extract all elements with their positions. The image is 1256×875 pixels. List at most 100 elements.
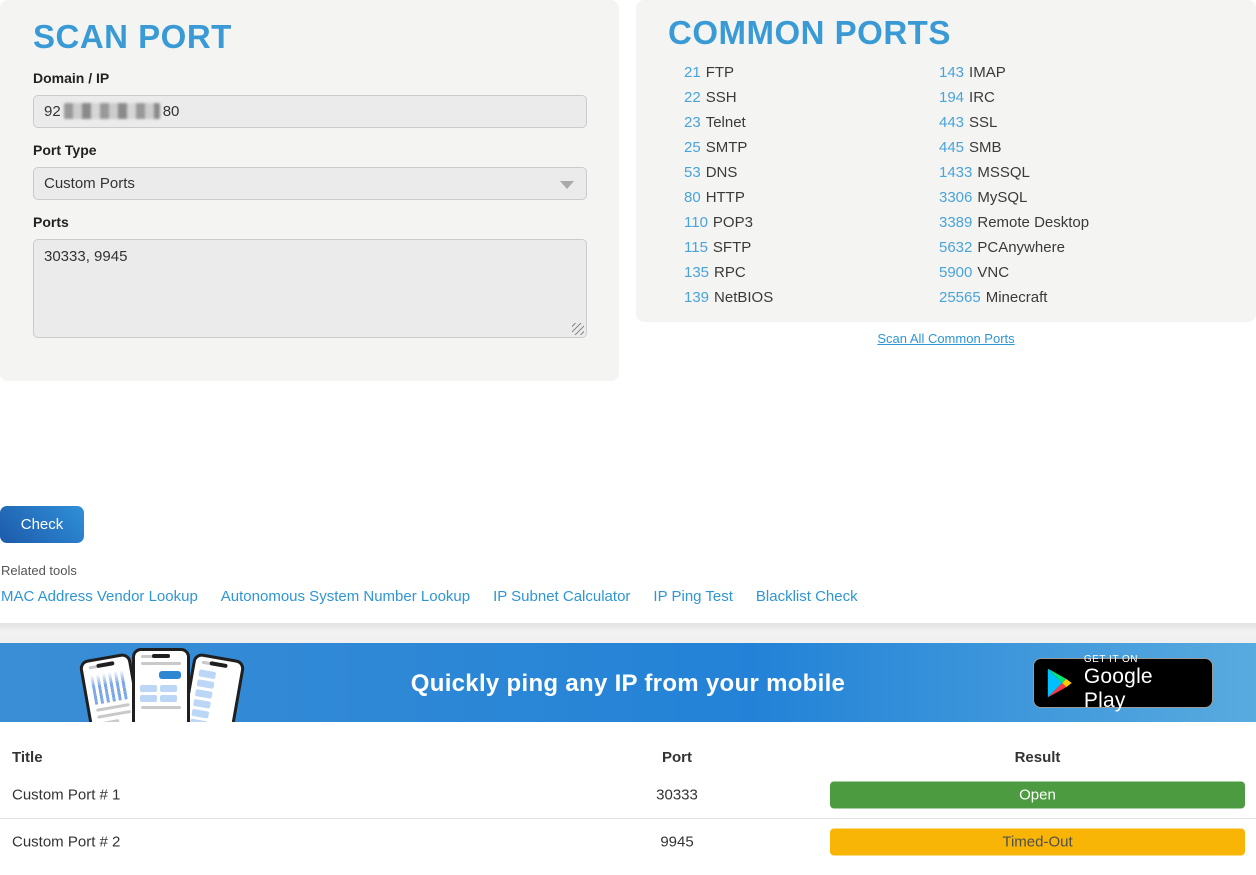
common-ports-list: 21FTP22 SSH 23 Telnet 25 SMTP 53 DNS 80 HTTP 110 PO… (668, 64, 1224, 314)
related-tools-label: Related tools (1, 563, 77, 578)
port-name: IRC (969, 89, 995, 106)
port-number-link[interactable]: 21 (684, 64, 701, 81)
google-play-badge[interactable]: GET IT ON Google Play (1033, 658, 1213, 708)
phone-ui-line (141, 662, 181, 665)
port-number-link[interactable]: 143 (939, 64, 964, 81)
port-number-link[interactable]: 53 (684, 164, 701, 181)
col-header-title: Title (12, 749, 43, 766)
related-tool-link[interactable]: Blacklist Check (756, 588, 858, 605)
related-tools-links: MAC Address Vendor Lookup Autonomous Syst… (1, 588, 858, 605)
port-number-link[interactable]: 135 (684, 264, 709, 281)
port-name: POP3 (713, 214, 753, 231)
results-table-body: Custom Port # 130333Open Custom Port # 2 9… (0, 772, 1256, 864)
phone-ui-line (97, 710, 131, 719)
port-number-link[interactable]: 22 (684, 89, 701, 106)
port-number-link[interactable]: 5900 (939, 264, 972, 281)
port-number-link[interactable]: 115 (684, 239, 708, 256)
port-name: NetBIOS (714, 289, 773, 306)
port-number-link[interactable]: 25565 (939, 289, 981, 306)
common-port-item: 22 SSH (684, 89, 939, 114)
common-port-item: 110 POP3 (684, 214, 939, 239)
port-name: IMAP (969, 64, 1006, 81)
google-play-line1: GET IT ON (1084, 654, 1200, 665)
port-name: SMB (969, 139, 1002, 156)
promo-banner: Quickly ping any IP from your mobile GET… (0, 643, 1256, 722)
common-ports-title: COMMON PORTS (668, 14, 1224, 52)
scan-all-common-ports-link[interactable]: Scan All Common Ports (877, 331, 1014, 346)
port-type-selected-value: Custom Ports (44, 175, 135, 192)
google-play-text: GET IT ON Google Play (1084, 654, 1200, 711)
port-number-link[interactable]: 5632 (939, 239, 972, 256)
domain-ip-input[interactable]: 9280 (33, 95, 587, 128)
domain-ip-label: Domain / IP (33, 70, 586, 86)
result-status-badge: Timed-Out (830, 828, 1245, 855)
row-port: 9945 (627, 833, 727, 850)
port-number-link[interactable]: 139 (684, 289, 709, 306)
common-port-item: 80 HTTP (684, 189, 939, 214)
common-port-item: 115 SFTP (684, 239, 939, 264)
port-name: PCAnywhere (977, 239, 1065, 256)
port-name: VNC (977, 264, 1009, 281)
common-port-item: 21FTP (684, 64, 939, 89)
port-name: SMTP (706, 139, 748, 156)
port-type-label: Port Type (33, 142, 586, 158)
row-title: Custom Port # 1 (12, 787, 120, 804)
row-title: Custom Port # 2 (12, 833, 120, 850)
related-tool-link[interactable]: IP Subnet Calculator (493, 588, 630, 605)
port-name: RPC (714, 264, 746, 281)
port-number-link[interactable]: 445 (939, 139, 964, 156)
related-tool-link[interactable]: Autonomous System Number Lookup (221, 588, 470, 605)
common-ports-column-left: 21FTP22 SSH 23 Telnet 25 SMTP 53 DNS 80 HTTP 110 PO… (668, 64, 939, 314)
result-status-badge: Open (830, 782, 1245, 809)
common-ports-column-right: 143IMAP194IRC443SSL445SMB1433MSSQL3306My… (939, 64, 1089, 314)
resize-handle-icon[interactable] (572, 323, 584, 335)
common-port-item: 5900 VNC (939, 264, 1089, 289)
common-port-item: 25 SMTP (684, 139, 939, 164)
port-number-link[interactable]: 3389 (939, 214, 972, 231)
check-button[interactable]: Check (0, 506, 84, 543)
related-tool-link[interactable]: IP Ping Test (653, 588, 733, 605)
port-type-select[interactable]: Custom Ports (33, 167, 587, 200)
common-port-item: 139 NetBIOS (684, 289, 939, 314)
common-port-item: 445 SMB (939, 139, 1089, 164)
phone-ui-icons (140, 685, 182, 702)
port-number-link[interactable]: 23 (684, 114, 701, 131)
port-name: SSL (969, 114, 997, 131)
phone-ui-line (141, 706, 181, 709)
ports-label: Ports (33, 214, 586, 230)
port-name: DNS (706, 164, 738, 181)
scan-port-panel: SCAN PORT Domain / IP 9280 Port Type Cus… (0, 0, 619, 381)
port-number-link[interactable]: 443 (939, 114, 964, 131)
port-number-link[interactable]: 194 (939, 89, 964, 106)
phone-notch (96, 661, 114, 668)
port-number-link[interactable]: 1433 (939, 164, 972, 181)
port-name: HTTP (706, 189, 745, 206)
ports-value: 30333, 9945 (44, 248, 127, 265)
common-port-item: 3306MySQL (939, 189, 1089, 214)
related-tool-link[interactable]: MAC Address Vendor Lookup (1, 588, 198, 605)
results-table: Title Port Result Custom Port # 130333Op… (0, 722, 1256, 864)
scan-port-title: SCAN PORT (33, 18, 586, 56)
port-number-link[interactable]: 80 (684, 189, 701, 206)
scan-all-wrap: Scan All Common Ports (636, 330, 1256, 348)
phone-notch (209, 661, 227, 668)
common-port-item: 25565Minecraft (939, 289, 1089, 314)
common-port-item: 23 Telnet (684, 114, 939, 139)
port-name: SFTP (713, 239, 751, 256)
port-number-link[interactable]: 110 (684, 214, 708, 231)
common-port-item: 443 SSL (939, 114, 1089, 139)
domain-value-prefix: 92 (44, 103, 61, 120)
google-play-line2: Google Play (1084, 665, 1200, 711)
phone-ui-button (159, 671, 181, 679)
port-name: Telnet (706, 114, 746, 131)
common-port-item: 143 IMAP (939, 64, 1089, 89)
table-row: Custom Port # 2 9945 Timed-Out (0, 818, 1256, 864)
common-port-item: 5632 PCAnywhere (939, 239, 1089, 264)
port-name: SSH (706, 89, 737, 106)
port-number-link[interactable]: 25 (684, 139, 701, 156)
table-row: Custom Port # 130333Open (0, 772, 1256, 818)
port-name: Remote Desktop (977, 214, 1089, 231)
ports-textarea[interactable]: 30333, 9945 (33, 239, 587, 338)
port-number-link[interactable]: 3306 (939, 189, 972, 206)
google-play-icon (1046, 668, 1073, 698)
